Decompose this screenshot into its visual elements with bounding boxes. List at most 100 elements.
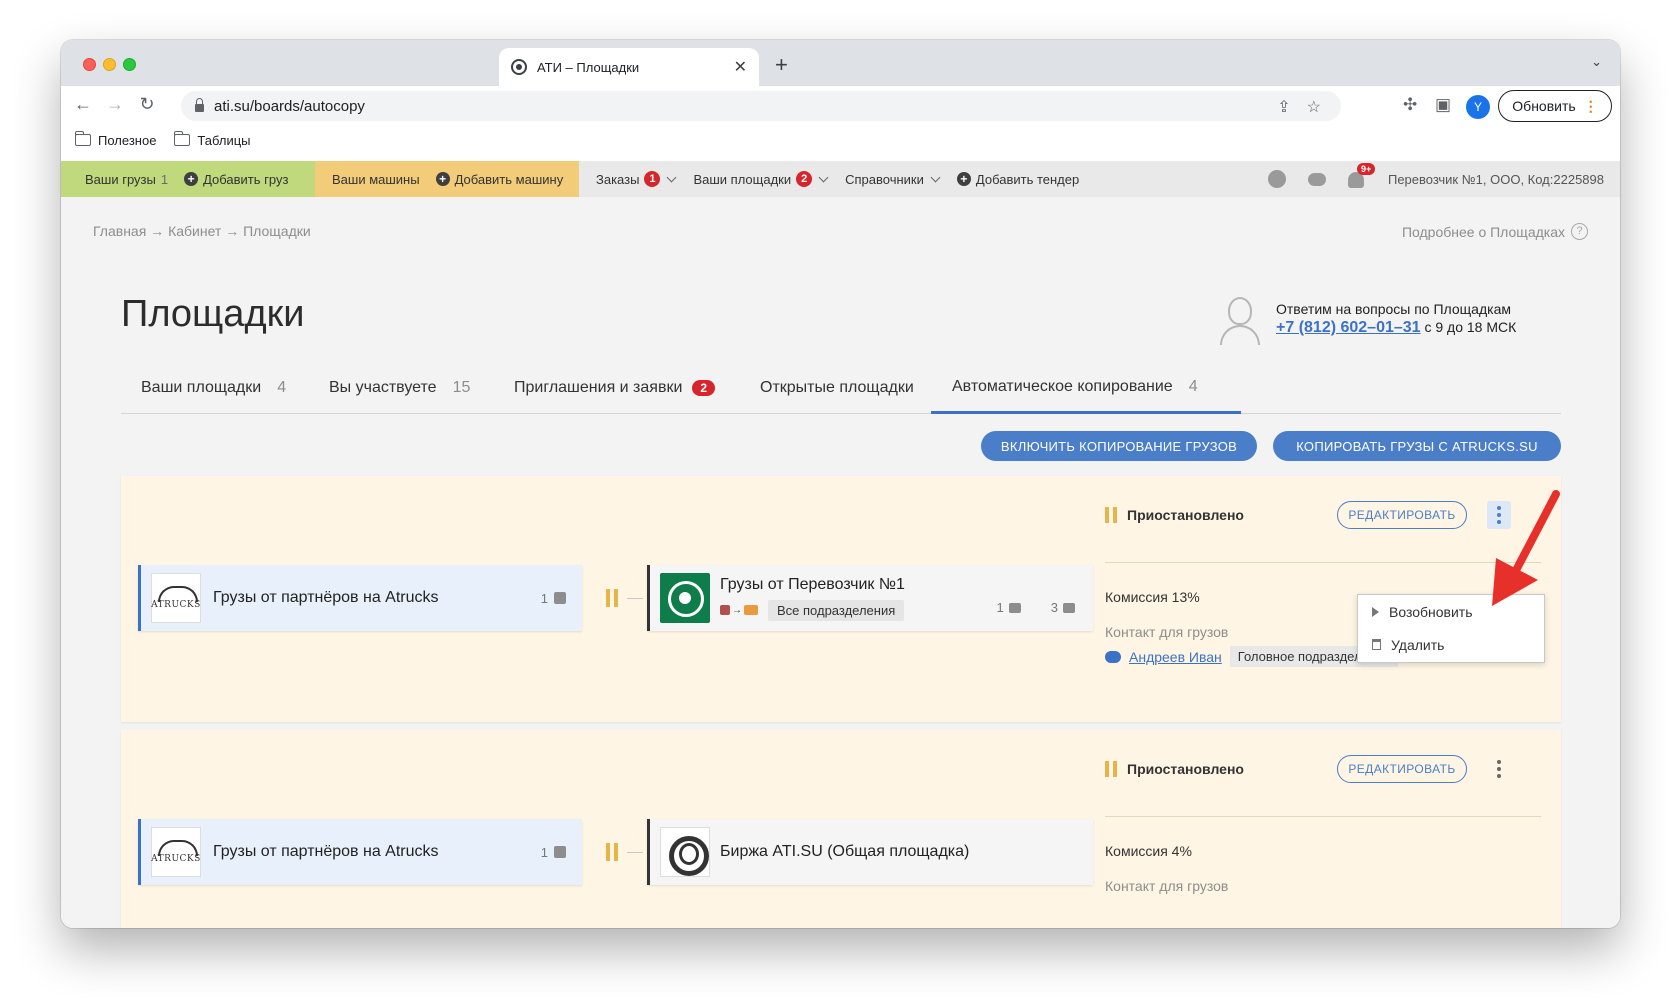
copy-from-atrucks-button[interactable]: КОПИРОВАТЬ ГРУЗЫ С ATRUCKS.SU (1273, 431, 1561, 461)
tab-close-icon[interactable]: ✕ (734, 57, 747, 77)
page-content: Главная → Кабинет → Площадки Подробнее о… (61, 197, 1620, 928)
trucks-nav-group: Ваши машины + Добавить машину (315, 161, 579, 197)
boards-label: Ваши площадки (693, 171, 792, 187)
boards-menu[interactable]: Ваши площадки 2 (693, 171, 829, 187)
tab-open-boards[interactable]: Открытые площадки (760, 362, 914, 414)
tab-search-chevron-icon[interactable]: ⌄ (1591, 54, 1602, 70)
target-board-info: Биржа ATI.SU (Общая площадка) (720, 843, 969, 861)
tab-your-boards[interactable]: Ваши площадки 4 (141, 362, 286, 414)
support-hours: с 9 до 18 МСК (1424, 319, 1517, 335)
lock-icon (195, 98, 204, 112)
add-truck-link[interactable]: + Добавить машину (435, 171, 564, 187)
source-board[interactable]: ATRUCKS Грузы от партнёров на Atrucks 1 (138, 565, 582, 631)
add-tender-label: Добавить тендер (975, 171, 1080, 187)
commission-text: Комиссия 4% (1105, 843, 1192, 859)
company-account-link[interactable]: Перевозчик №1, ООО, Код:2225898 (1388, 172, 1604, 187)
target-members-count: 3 (1050, 600, 1058, 615)
back-arrow-icon[interactable]: ← (71, 94, 95, 115)
target-board[interactable]: Грузы от Перевозчик №1 → Все подразделен… (647, 565, 1093, 631)
support-phone-link[interactable]: +7 (812) 602–01–31 (1276, 319, 1421, 336)
bookmarks-bar: Полезное Таблицы (61, 126, 1620, 154)
your-cargo-label: Ваши грузы (85, 171, 156, 187)
help-question-icon: ? (1571, 223, 1588, 240)
target-board[interactable]: Биржа ATI.SU (Общая площадка) (647, 819, 1093, 885)
chevron-down-icon (930, 172, 941, 182)
browser-tab-strip: АТИ – Площадки ✕ + ⌄ (61, 40, 1620, 86)
site-top-nav: Ваши грузы 1 + Добавить груз Ваши машины… (61, 161, 1620, 197)
minimize-window-button[interactable] (103, 58, 116, 71)
profile-avatar[interactable]: Y (1466, 95, 1490, 119)
id-card-icon (554, 592, 566, 604)
tab-count: 4 (1188, 377, 1198, 395)
tab-participating[interactable]: Вы участвуете 15 (329, 362, 470, 414)
edit-button[interactable]: РЕДАКТИРОВАТЬ (1337, 501, 1467, 529)
orders-menu[interactable]: Заказы 1 (596, 171, 677, 187)
pause-icon (1105, 761, 1117, 777)
divider (1105, 816, 1541, 817)
your-trucks-link[interactable]: Ваши машины (332, 172, 420, 187)
target-board-stats: 1 3 (997, 600, 1075, 615)
side-panel-icon[interactable]: ▣ (1435, 95, 1451, 115)
enable-copy-button[interactable]: ВКЛЮЧИТЬ КОПИРОВАНИЕ ГРУЗОВ (981, 431, 1257, 461)
add-truck-label: Добавить машину (454, 171, 564, 187)
tab-label: Приглашения и заявки (514, 379, 683, 396)
annotation-arrow-icon (1492, 490, 1560, 606)
references-label: Справочники (845, 171, 924, 187)
source-board-title: Грузы от партнёров на Atrucks (213, 843, 439, 860)
references-menu[interactable]: Справочники (845, 171, 941, 187)
source-count-value: 1 (540, 844, 548, 860)
target-cargo-stat: 1 (997, 600, 1021, 615)
more-about-boards-link[interactable]: Подробнее о Площадках ? (1402, 223, 1588, 240)
user-nav-group: 9+ Перевозчик №1, ООО, Код:2225898 (1267, 161, 1604, 197)
tab-label: Автоматическое копирование (952, 377, 1173, 395)
notifications-button[interactable]: 9+ (1347, 163, 1376, 188)
contact-label: Контакт для грузов (1105, 624, 1229, 640)
edit-button[interactable]: РЕДАКТИРОВАТЬ (1337, 755, 1467, 783)
share-icon[interactable]: ⇪ (1277, 97, 1290, 117)
contact-name-link[interactable]: Андреев Иван (1129, 649, 1222, 665)
update-browser-button[interactable]: Обновить ⋮ (1498, 90, 1612, 122)
page-title: Площадки (121, 293, 305, 335)
add-cargo-link[interactable]: + Добавить груз (184, 172, 288, 187)
folder-icon (174, 131, 191, 146)
contact-label: Контакт для грузов (1105, 878, 1229, 894)
zoom-window-button[interactable] (123, 58, 136, 71)
support-line: Ответим на вопросы по Площадкам (1276, 301, 1511, 317)
tab-autocopy[interactable]: Автоматическое копирование 4 (931, 362, 1241, 414)
flow-connector (627, 598, 643, 599)
pause-icon (606, 843, 620, 861)
your-cargo-link[interactable]: Ваши грузы 1 (85, 172, 168, 187)
address-bar[interactable]: ati.su/boards/autocopy ⇪ ☆ (181, 91, 1341, 121)
reload-icon[interactable]: ↻ (135, 94, 159, 115)
cargo-nav-group: Ваши грузы 1 + Добавить груз (61, 161, 315, 197)
cargo-to-truck-icon: → (720, 605, 758, 616)
more-actions-button[interactable] (1487, 755, 1511, 783)
bookmark-folder[interactable]: Полезное (75, 131, 156, 148)
extensions-puzzle-icon[interactable]: ✣ (1403, 95, 1417, 115)
new-tab-icon[interactable]: + (775, 52, 788, 78)
add-tender-link[interactable]: + Добавить тендер (956, 171, 1080, 187)
tab-count: 4 (277, 379, 287, 396)
tab-label: Открытые площадки (760, 379, 914, 396)
chat-icon[interactable] (1307, 172, 1326, 186)
browser-window: АТИ – Площадки ✕ + ⌄ ← → ↻ ati.su/boards… (61, 40, 1620, 928)
source-board[interactable]: ATRUCKS Грузы от партнёров на Atrucks 1 (138, 819, 582, 885)
breadcrumb[interactable]: Главная → Кабинет → Площадки (93, 223, 311, 239)
id-card-icon (554, 846, 566, 858)
target-members-stat: 3 (1051, 600, 1075, 615)
close-window-button[interactable] (83, 58, 96, 71)
bookmark-star-icon[interactable]: ☆ (1307, 97, 1321, 117)
user-search-icon[interactable] (1267, 170, 1286, 188)
support-block: Ответим на вопросы по Площадкам +7 (812)… (1216, 295, 1516, 347)
pause-icon (1105, 507, 1117, 523)
target-cargo-count: 1 (996, 600, 1004, 615)
browser-tab[interactable]: АТИ – Площадки ✕ (499, 48, 759, 86)
bookmark-folder[interactable]: Таблицы (174, 131, 251, 148)
forward-arrow-icon[interactable]: → (103, 94, 127, 115)
atrucks-logo: ATRUCKS (151, 827, 201, 877)
tab-label: Вы участвуете (329, 379, 437, 396)
menu-item-delete[interactable]: Удалить (1358, 628, 1544, 661)
chat-bubble-icon[interactable] (1105, 650, 1121, 663)
commission-text: Комиссия 13% (1105, 589, 1200, 605)
tab-invitations[interactable]: Приглашения и заявки 2 (514, 362, 716, 414)
